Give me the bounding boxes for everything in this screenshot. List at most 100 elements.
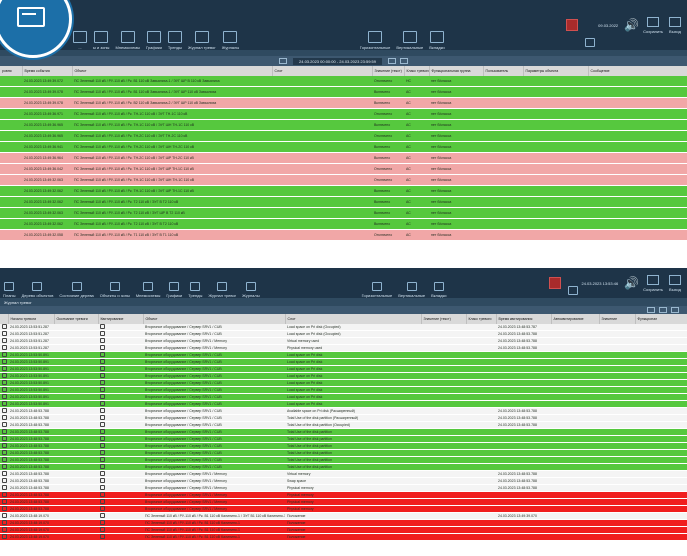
ack-checkbox-icon[interactable] xyxy=(100,394,105,399)
table-row[interactable]: 24.03.2023 13:49:32.062 ПС Зеленый 110 кВ… xyxy=(0,218,687,230)
row-expand-icon[interactable] xyxy=(2,394,7,399)
bottom.toolbar.tools-tool-2[interactable]: Состояние дерева xyxy=(56,268,96,301)
cell-ack[interactable] xyxy=(98,386,143,394)
alarm-row[interactable]: 24.03.2023 13:48:53.788 Вторичное оборудо… xyxy=(0,484,687,492)
column-header[interactable]: Значение (текст) xyxy=(421,314,467,324)
ack-checkbox-icon[interactable] xyxy=(100,359,105,364)
row-expand-icon[interactable] xyxy=(2,457,7,462)
ack-checkbox-icon[interactable] xyxy=(100,366,105,371)
column-header[interactable]: Функциональная группа xyxy=(429,66,484,76)
cell-ack[interactable] xyxy=(98,512,143,520)
ack-checkbox-icon[interactable] xyxy=(100,443,105,448)
column-header[interactable]: Сообщение xyxy=(588,66,687,76)
ack-checkbox-icon[interactable] xyxy=(100,499,105,504)
top.toolbar.tools-tool-4[interactable]: Тренды xyxy=(165,0,185,53)
exit-button[interactable]: Выход xyxy=(669,16,682,34)
alarm-row[interactable]: 24.03.2023 13:53:50.891 Вторичное оборудо… xyxy=(0,358,687,366)
ack-checkbox-icon[interactable] xyxy=(100,527,105,532)
table-row[interactable]: 24.03.2023 13:49:36.965 ПС Зеленый 110 кВ… xyxy=(0,119,687,131)
alarm-row[interactable]: 24.03.2023 13:53:50.891 Вторичное оборудо… xyxy=(0,351,687,359)
alarm-row[interactable]: 24.03.2023 13:48:53.788 Вторичное оборудо… xyxy=(0,505,687,513)
speaker-icon[interactable]: 🔊 xyxy=(624,18,639,32)
column-header[interactable]: Слот xyxy=(285,314,422,324)
calendar-icon[interactable] xyxy=(582,0,598,52)
alarm-row[interactable]: 24.03.2023 13:48:53.788 Вторичное оборудо… xyxy=(0,463,687,471)
cell-ack[interactable] xyxy=(98,477,143,485)
row-expand-icon[interactable] xyxy=(2,443,7,448)
row-expand-icon[interactable] xyxy=(2,324,7,329)
ack-checkbox-icon[interactable] xyxy=(100,338,105,343)
row-expand-icon[interactable] xyxy=(2,478,7,483)
cell-ack[interactable] xyxy=(98,358,143,366)
column-header[interactable]: Слот xyxy=(272,66,373,76)
column-header[interactable]: Класс тревоги xyxy=(404,66,430,76)
ack-checkbox-icon[interactable] xyxy=(100,373,105,378)
table-row[interactable]: 24.03.2023 13:49:32.062 ПС Зеленый 110 кВ… xyxy=(0,196,687,208)
column-header[interactable]: Время события xyxy=(22,66,73,76)
table-row[interactable]: 24.03.2023 13:49:39.072 ПС Зеленый 110 кВ… xyxy=(0,76,687,87)
row-expand-icon[interactable] xyxy=(2,387,7,392)
row-expand-icon[interactable] xyxy=(2,450,7,455)
cell-ack[interactable] xyxy=(98,526,143,534)
cell-ack[interactable] xyxy=(98,400,143,408)
speaker-icon-2[interactable]: 🔊 xyxy=(624,276,639,290)
top.toolbar.tools-tool-3[interactable]: Графики xyxy=(143,0,165,53)
alarm-row[interactable]: 24.03.2023 13:53:51.287 Вторичное оборудо… xyxy=(0,344,687,352)
column-header[interactable]: Пользователь xyxy=(483,66,524,76)
alarm-row[interactable]: 24.03.2023 13:48:19.070 ПС Зеленый 110 кВ… xyxy=(0,533,687,541)
filter-icon[interactable] xyxy=(279,58,288,64)
bottom.toolbar.right_tools-tool-1[interactable]: Вертикальные xyxy=(395,268,428,301)
column-header[interactable]: Начало тревоги xyxy=(8,314,55,324)
ack-checkbox-icon[interactable] xyxy=(100,352,105,357)
ack-checkbox-icon[interactable] xyxy=(100,422,105,427)
column-header[interactable]: Объект xyxy=(143,314,286,324)
alarm-row[interactable]: 24.03.2023 13:48:53.788 Вторичное оборудо… xyxy=(0,442,687,450)
row-expand-icon[interactable] xyxy=(2,534,7,539)
alarm-row[interactable]: 24.03.2023 13:53:50.891 Вторичное оборудо… xyxy=(0,393,687,401)
cell-ack[interactable] xyxy=(98,330,143,338)
cell-ack[interactable] xyxy=(98,519,143,527)
table-row[interactable]: 24.03.2023 13:49:36.971 ПС Зеленый 110 кВ… xyxy=(0,108,687,120)
cell-ack[interactable] xyxy=(98,421,143,429)
table-row[interactable]: 24.03.2023 13:49:39.078 ПС Зеленый 110 кВ… xyxy=(0,86,687,98)
alarm-row[interactable]: 24.03.2023 13:48:53.788 Вторичное оборудо… xyxy=(0,421,687,429)
cell-ack[interactable] xyxy=(98,393,143,401)
cell-ack[interactable] xyxy=(98,337,143,345)
bottom.toolbar.tools-tool-6[interactable]: Тренды xyxy=(185,268,205,301)
bottom.toolbar.tools-tool-4[interactable]: Мнемосхемы xyxy=(133,268,164,301)
filter-icon-2[interactable] xyxy=(647,307,655,313)
bottom.toolbar.tools-tool-5[interactable]: Графики xyxy=(163,268,185,301)
ack-checkbox-icon[interactable] xyxy=(100,485,105,490)
row-expand-icon[interactable] xyxy=(2,401,7,406)
cell-ack[interactable] xyxy=(98,365,143,373)
alarm-icon[interactable] xyxy=(566,19,579,31)
cell-ack[interactable] xyxy=(98,505,143,513)
cell-ack[interactable] xyxy=(98,442,143,450)
alarm-row[interactable]: 24.03.2023 13:53:50.891 Вторичное оборудо… xyxy=(0,386,687,394)
alarm-row[interactable]: 24.03.2023 13:48:53.788 Вторичное оборудо… xyxy=(0,477,687,485)
ack-checkbox-icon[interactable] xyxy=(100,506,105,511)
alarm-row[interactable]: 24.03.2023 13:48:53.788 Вторичное оборудо… xyxy=(0,456,687,464)
bottom.toolbar.right_tools-tool-0[interactable]: Горизонтальные xyxy=(359,268,396,301)
refresh-icon[interactable] xyxy=(659,307,667,313)
ack-checkbox-icon[interactable] xyxy=(100,492,105,497)
column-header[interactable]: Автоквитирование xyxy=(551,314,600,324)
column-header[interactable]: Значение xyxy=(599,314,636,324)
table-row[interactable]: 24.03.2023 13:49:36.941 ПС Зеленый 110 кВ… xyxy=(0,141,687,153)
next-icon[interactable] xyxy=(399,58,408,64)
settings-icon[interactable] xyxy=(671,307,679,313)
cell-ack[interactable] xyxy=(98,463,143,471)
ack-checkbox-icon[interactable] xyxy=(100,324,105,329)
bottom.toolbar.right_tools-tool-2[interactable]: Вкладки xyxy=(428,268,449,301)
alarm-row[interactable]: 24.03.2023 13:48:53.788 Вторичное оборудо… xyxy=(0,449,687,457)
cell-ack[interactable] xyxy=(98,428,143,436)
row-expand-icon[interactable] xyxy=(2,422,7,427)
column-header[interactable]: Значение (текст) xyxy=(372,66,405,76)
row-expand-icon[interactable] xyxy=(2,527,7,532)
alarm-row[interactable]: 24.03.2023 13:48:53.788 Вторичное оборудо… xyxy=(0,428,687,436)
cell-ack[interactable] xyxy=(98,491,143,499)
top.toolbar.tools-tool-0[interactable]: ... xyxy=(70,0,90,53)
row-expand-icon[interactable] xyxy=(2,331,7,336)
alarm-row[interactable]: 24.03.2023 13:48:53.788 Вторичное оборудо… xyxy=(0,407,687,415)
alarm-row[interactable]: 24.03.2023 13:48:19.070 ПС Зеленый 110 кВ… xyxy=(0,526,687,534)
